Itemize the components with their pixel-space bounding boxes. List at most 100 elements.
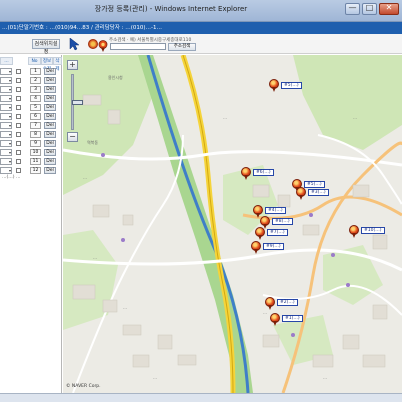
place-label: …	[83, 175, 87, 180]
parking-pin-label[interactable]: #2(…)	[277, 299, 298, 306]
row-checkbox[interactable]	[16, 168, 21, 173]
row-number: 4	[30, 95, 41, 102]
row-checkbox[interactable]	[16, 132, 21, 137]
device-info-text: …(01)단말기번호 : …(010)94…83 / 관리담당자 : …(010…	[2, 25, 162, 31]
category-select[interactable]	[0, 140, 12, 147]
list-row: 10Del	[0, 148, 62, 157]
place-label: …	[153, 375, 157, 380]
parking-pin-label[interactable]: #9(…)	[263, 243, 284, 250]
map-base	[63, 55, 402, 393]
zoom-out-button[interactable]: −	[67, 132, 78, 142]
category-select[interactable]	[0, 113, 12, 120]
delete-button[interactable]: Del	[44, 104, 56, 111]
row-checkbox[interactable]	[16, 69, 21, 74]
category-select[interactable]	[0, 131, 12, 138]
parking-pin[interactable]	[240, 167, 252, 181]
row-checkbox[interactable]	[16, 87, 21, 92]
parking-pin-label[interactable]: #3(…)	[308, 189, 329, 196]
address-search-input[interactable]	[110, 43, 166, 50]
address-search-submit-button[interactable]: 주소검색	[168, 43, 196, 51]
list-row: 6Del	[0, 112, 62, 121]
parking-pin[interactable]	[250, 241, 262, 255]
parking-pin[interactable]	[268, 79, 280, 93]
delete-button[interactable]: Del	[44, 140, 56, 147]
zoom-slider[interactable]	[71, 74, 83, 130]
list-row: 9Del	[0, 139, 62, 148]
address-search-button[interactable]: 검색위치설정	[32, 39, 60, 55]
place-label: …	[223, 115, 227, 120]
delete-button[interactable]: Del	[44, 68, 56, 75]
parking-pin-label[interactable]: #7(…)	[267, 229, 288, 236]
map-pin-icon[interactable]	[98, 38, 108, 52]
close-button[interactable]: ✕	[379, 3, 399, 15]
row-checkbox[interactable]	[16, 105, 21, 110]
list-row: 5Del	[0, 103, 62, 112]
row-checkbox[interactable]	[16, 159, 21, 164]
parking-pin-label[interactable]: #8(…)	[272, 218, 293, 225]
delete-button[interactable]: Del	[44, 167, 56, 174]
list-row: 4Del	[0, 94, 62, 103]
row-number: 6	[30, 113, 41, 120]
delete-button[interactable]: Del	[44, 158, 56, 165]
row-checkbox[interactable]	[16, 150, 21, 155]
parking-pin[interactable]	[264, 297, 276, 311]
row-number: 2	[30, 77, 41, 84]
category-select[interactable]	[0, 86, 12, 93]
delete-button[interactable]: Del	[44, 131, 56, 138]
category-select[interactable]	[0, 167, 12, 174]
delete-button[interactable]: Del	[44, 86, 56, 93]
parking-pin[interactable]	[269, 313, 281, 327]
delete-button[interactable]: Del	[44, 122, 56, 129]
row-number: 11	[30, 158, 41, 165]
device-info-bar: …(01)단말기번호 : …(010)94…83 / 관리담당자 : …(010…	[0, 22, 402, 34]
parking-pin-label[interactable]: #1(…)	[282, 315, 303, 322]
parking-pin-label[interactable]: #4(…)	[265, 207, 286, 214]
row-checkbox[interactable]	[16, 96, 21, 101]
municipal-emblem-icon	[88, 39, 98, 49]
list-row: 8Del	[0, 130, 62, 139]
column-header: 삭제	[53, 57, 62, 72]
place-label: …	[123, 305, 127, 310]
row-checkbox[interactable]	[16, 141, 21, 146]
category-select[interactable]	[0, 104, 12, 111]
place-label: …	[93, 255, 97, 260]
column-header: No	[28, 57, 41, 65]
parking-pin-label[interactable]: #5(…)	[304, 181, 325, 188]
maximize-button[interactable]: □	[362, 3, 377, 15]
list-row: 12Del	[0, 166, 62, 175]
parking-pin[interactable]	[254, 227, 266, 241]
pointer-arrow-icon[interactable]	[69, 37, 80, 52]
list-row: 11Del	[0, 157, 62, 166]
place-label: 역북동	[87, 140, 99, 145]
category-select[interactable]	[0, 95, 12, 102]
category-select[interactable]	[0, 68, 12, 75]
parking-pin[interactable]	[348, 225, 360, 239]
delete-button[interactable]: Del	[44, 113, 56, 120]
place-label: 용인시청	[108, 75, 123, 80]
parking-pin-label[interactable]: #6(…)	[253, 169, 274, 176]
category-select[interactable]	[0, 77, 12, 84]
row-checkbox[interactable]	[16, 78, 21, 83]
list-header: … No정보수정삭제	[0, 57, 62, 72]
category-select[interactable]	[0, 122, 12, 129]
parking-pin[interactable]	[295, 187, 307, 201]
parking-pin-label[interactable]: #10(…)	[361, 227, 385, 234]
status-bar	[0, 393, 402, 402]
row-checkbox[interactable]	[16, 123, 21, 128]
minimize-button[interactable]: —	[345, 3, 360, 15]
map-copyright: © NAVER Corp.	[66, 384, 101, 389]
zoom-in-button[interactable]: +	[67, 60, 78, 70]
map-view[interactable]: + − 용인시청 역북동 … … … … … … … … #5(…) #6(…)…	[63, 55, 402, 393]
parking-pin-label[interactable]: #5(…)	[281, 82, 302, 89]
category-select[interactable]	[0, 149, 12, 156]
delete-button[interactable]: Del	[44, 95, 56, 102]
column-header: …	[0, 57, 13, 65]
delete-button[interactable]: Del	[44, 149, 56, 156]
row-checkbox[interactable]	[16, 114, 21, 119]
row-number: 12	[30, 167, 41, 174]
category-select[interactable]	[0, 158, 12, 165]
row-number: 10	[30, 149, 41, 156]
place-label: …	[353, 115, 357, 120]
zoom-slider-thumb[interactable]	[72, 100, 83, 105]
delete-button[interactable]: Del	[44, 77, 56, 84]
